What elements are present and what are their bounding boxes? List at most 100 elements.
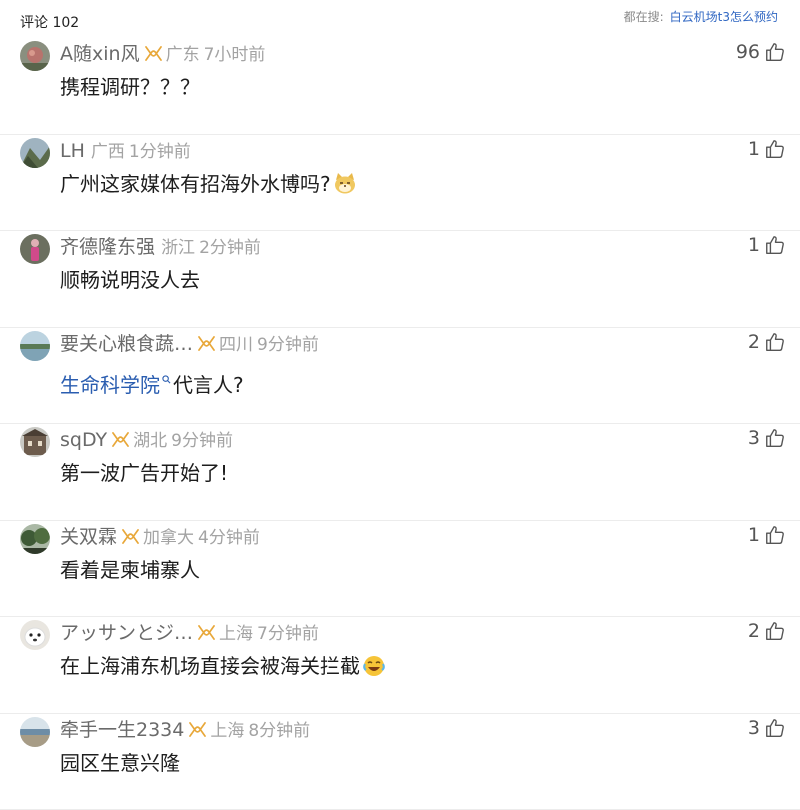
thumbs-up-icon <box>764 427 786 449</box>
comment-item: LH 广西1分钟前广州这家媒体有招海外水博吗? 1 <box>0 135 800 232</box>
comment-body: 携程调研？？？ <box>60 75 200 99</box>
like-count: 1 <box>748 234 760 256</box>
like-count: 2 <box>748 620 760 642</box>
member-badge-icon <box>144 43 163 60</box>
timestamp: 7小时前 <box>204 45 266 65</box>
comment-item: アッサンとジ…上海7分钟前在上海浦东机场直接会被海关拦截2 <box>0 617 800 714</box>
like-button[interactable]: 3 <box>748 427 786 449</box>
avatar[interactable] <box>20 331 50 361</box>
comment-meta: LH 广西1分钟前 <box>60 138 191 165</box>
member-badge-icon <box>197 622 216 639</box>
thumbs-up-icon <box>764 524 786 546</box>
comment-body: 园区生意兴隆 <box>60 751 180 775</box>
comment-item: 齐德隆东强 浙江2分钟前顺畅说明没人去 1 <box>0 231 800 328</box>
username[interactable]: A随xin风 <box>60 43 140 65</box>
comment-body: 在上海浦东机场直接会被海关拦截 <box>60 654 360 678</box>
avatar[interactable] <box>20 138 50 168</box>
like-button[interactable]: 1 <box>748 234 786 256</box>
comment-text: 顺畅说明没人去 <box>60 265 200 295</box>
trending-search[interactable]: 都在搜: 白云机场t3怎么预约 <box>624 8 778 25</box>
thumbs-up-icon <box>764 331 786 353</box>
comment-body: 看着是柬埔寨人 <box>60 558 200 582</box>
comment-text: 携程调研？？？ <box>60 72 200 102</box>
comment-item: sqDY 湖北9分钟前第一波广告开始了! 3 <box>0 424 800 521</box>
thumbs-up-icon <box>764 41 786 63</box>
like-button[interactable]: 3 <box>748 717 786 739</box>
comment-count: 评论 102 <box>20 12 79 32</box>
thumbs-up-icon <box>764 234 786 256</box>
avatar[interactable] <box>20 234 50 264</box>
thumbs-up-icon <box>764 620 786 642</box>
location: 上海 <box>219 624 253 644</box>
comment-text: 生命科学院代言人? <box>60 362 244 400</box>
location: 加拿大 <box>143 528 194 548</box>
like-count: 1 <box>748 138 760 160</box>
username[interactable]: 牵手一生2334 <box>60 719 184 741</box>
like-button[interactable]: 1 <box>748 138 786 160</box>
username[interactable]: 要关心粮食蔬… <box>60 333 193 355</box>
username[interactable]: アッサンとジ… <box>60 622 193 644</box>
avatar[interactable] <box>20 524 50 554</box>
comment-text: 第一波广告开始了! <box>60 458 228 488</box>
comment-item: 关双霖 加拿大4分钟前看着是柬埔寨人 1 <box>0 521 800 618</box>
comment-item: 要关心粮食蔬…四川9分钟前生命科学院代言人?2 <box>0 328 800 425</box>
avatar[interactable] <box>20 717 50 747</box>
search-link[interactable]: 生命科学院 <box>60 373 160 397</box>
location: 广西 <box>91 142 125 162</box>
avatar[interactable] <box>20 427 50 457</box>
like-count: 96 <box>736 41 760 63</box>
comment-text: 园区生意兴隆 <box>60 748 180 778</box>
timestamp: 9分钟前 <box>257 335 319 355</box>
comment-body: 第一波广告开始了! <box>60 461 228 485</box>
like-count: 3 <box>748 717 760 739</box>
like-count: 3 <box>748 427 760 449</box>
trending-label: 都在搜: <box>624 10 664 24</box>
timestamp: 8分钟前 <box>248 721 310 741</box>
username[interactable]: LH <box>60 140 85 162</box>
member-badge-icon <box>111 429 130 446</box>
timestamp: 2分钟前 <box>199 238 261 258</box>
like-button[interactable]: 96 <box>736 41 786 63</box>
like-count: 1 <box>748 524 760 546</box>
comment-body: 代言人? <box>173 373 244 397</box>
username[interactable]: sqDY <box>60 429 107 451</box>
location: 上海 <box>210 721 244 741</box>
member-badge-icon <box>188 719 207 736</box>
member-badge-icon <box>197 333 216 350</box>
comment-meta: A随xin风 广东7小时前 <box>60 41 265 68</box>
like-button[interactable]: 1 <box>748 524 786 546</box>
username[interactable]: 关双霖 <box>60 526 117 548</box>
like-button[interactable]: 2 <box>748 620 786 642</box>
comment-meta: sqDY 湖北9分钟前 <box>60 427 233 454</box>
member-badge-icon <box>121 526 140 543</box>
laugh-emoji-icon <box>362 653 386 677</box>
like-count: 2 <box>748 331 760 353</box>
timestamp: 9分钟前 <box>171 431 233 451</box>
cat-emoji-icon <box>333 171 357 195</box>
username[interactable]: 齐德隆东强 <box>60 236 155 258</box>
thumbs-up-icon <box>764 138 786 160</box>
location: 湖北 <box>133 431 167 451</box>
avatar[interactable] <box>20 41 50 71</box>
trending-query[interactable]: 白云机场t3怎么预约 <box>670 10 778 24</box>
timestamp: 4分钟前 <box>198 528 260 548</box>
location: 广东 <box>166 45 200 65</box>
location: 四川 <box>219 335 253 355</box>
location: 浙江 <box>161 238 195 258</box>
comment-meta: 关双霖 加拿大4分钟前 <box>60 524 260 551</box>
comment-item: 牵手一生2334 上海8分钟前园区生意兴隆 3 <box>0 714 800 810</box>
comment-text: 广州这家媒体有招海外水博吗? <box>60 169 357 199</box>
comment-list: A随xin风 广东7小时前携程调研？？？ 96 LH 广西1分钟前广州这家媒体有招海外… <box>0 38 800 810</box>
comment-meta: 要关心粮食蔬… 四川9分钟前 <box>60 331 319 358</box>
comments-header: 评论 102 都在搜: 白云机场t3怎么预约 <box>0 0 800 42</box>
like-button[interactable]: 2 <box>748 331 786 353</box>
comment-text: 在上海浦东机场直接会被海关拦截 <box>60 651 386 681</box>
comment-meta: アッサンとジ…上海7分钟前 <box>60 620 319 647</box>
comment-body: 广州这家媒体有招海外水博吗? <box>60 172 331 196</box>
comment-meta: 牵手一生2334 上海8分钟前 <box>60 717 310 744</box>
comment-item: A随xin风 广东7小时前携程调研？？？ 96 <box>0 38 800 135</box>
thumbs-up-icon <box>764 717 786 739</box>
avatar[interactable] <box>20 620 50 650</box>
comment-text: 看着是柬埔寨人 <box>60 555 200 585</box>
comment-body: 顺畅说明没人去 <box>60 268 200 292</box>
